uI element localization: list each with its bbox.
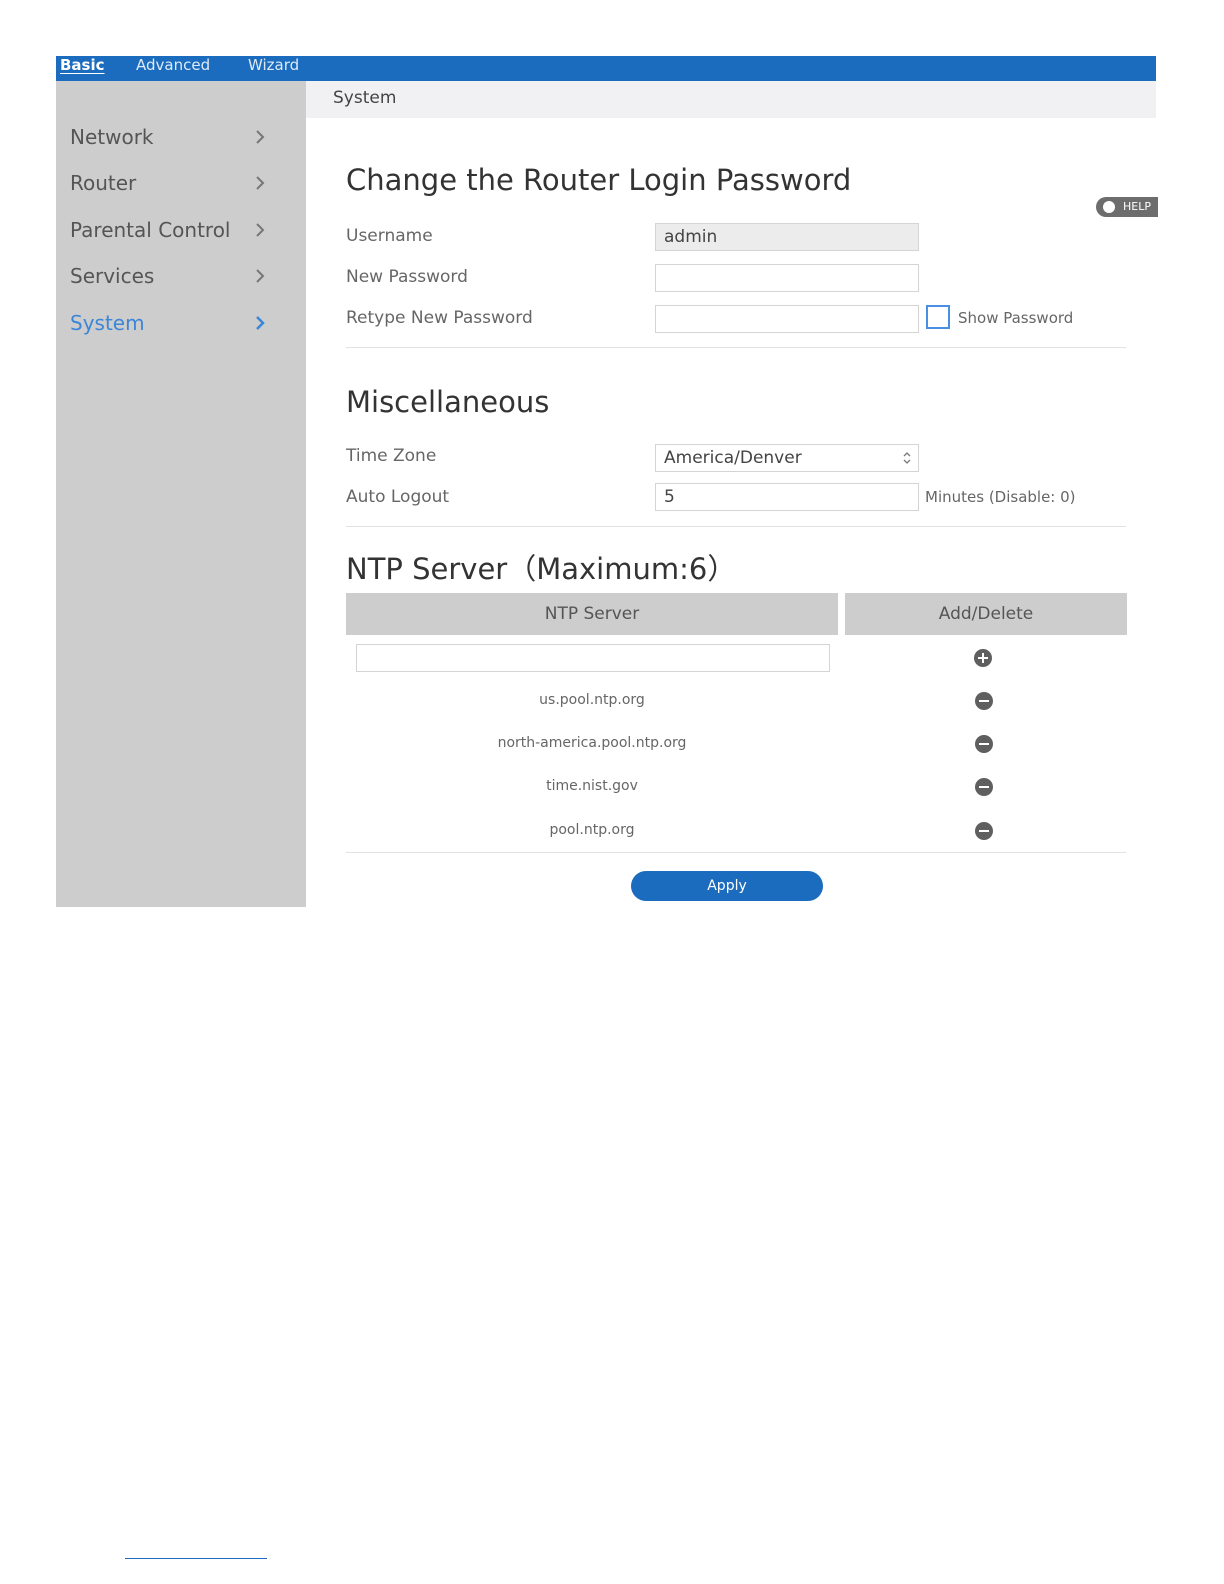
delete-server-minus-icon[interactable]	[975, 778, 993, 796]
help-label: HELP	[1123, 200, 1151, 213]
chevron-right-icon	[256, 269, 265, 283]
username-field: admin	[655, 223, 919, 251]
help-button[interactable]: HELP	[1096, 197, 1158, 217]
top-nav-bar: Basic Advanced Wizard	[56, 56, 1156, 81]
ntp-server-row: north-america.pool.ntp.org	[497, 735, 687, 751]
timezone-select[interactable]: America/Denver	[655, 444, 919, 472]
chevron-right-icon	[256, 316, 265, 330]
retype-password-label: Retype New Password	[346, 308, 533, 328]
select-arrows-icon	[903, 452, 911, 464]
new-password-field[interactable]	[655, 264, 919, 292]
add-delete-column-header: Add/Delete	[845, 593, 1127, 635]
password-section-title: Change the Router Login Password	[346, 163, 852, 197]
router-admin-app: Basic Advanced Wizard Network Router Par…	[56, 56, 1158, 907]
delete-server-minus-icon[interactable]	[975, 822, 993, 840]
chevron-right-icon	[256, 176, 265, 190]
divider	[346, 852, 1126, 853]
divider	[346, 347, 1126, 348]
sidebar-item-parental-control[interactable]: Parental Control	[70, 210, 270, 250]
breadcrumb: System	[333, 88, 397, 108]
sidebar-item-label: Parental Control	[70, 218, 231, 242]
add-server-plus-icon[interactable]	[974, 649, 992, 667]
sidebar-item-router[interactable]: Router	[70, 163, 270, 203]
sidebar-item-label: Network	[70, 125, 154, 149]
sidebar-item-network[interactable]: Network	[70, 117, 270, 157]
sidebar-item-system[interactable]: System	[70, 303, 270, 343]
show-password-label: Show Password	[958, 309, 1074, 327]
help-icon	[1103, 201, 1115, 213]
sidebar-item-label: Router	[70, 171, 137, 195]
tab-wizard[interactable]: Wizard	[248, 56, 299, 81]
sidebar-item-label: System	[70, 311, 145, 335]
footnote-divider	[125, 1558, 267, 1559]
show-password-checkbox[interactable]	[926, 305, 950, 329]
delete-server-minus-icon[interactable]	[975, 735, 993, 753]
ntp-server-column-header: NTP Server	[346, 593, 838, 635]
sidebar-item-label: Services	[70, 264, 155, 288]
autologout-label: Auto Logout	[346, 487, 450, 507]
new-password-label: New Password	[346, 267, 468, 287]
ntp-section-title: NTP Server（Maximum:6）	[346, 552, 737, 586]
misc-section-title: Miscellaneous	[346, 385, 550, 419]
ntp-server-row: time.nist.gov	[546, 778, 638, 794]
autologout-field[interactable]: 5	[655, 483, 919, 511]
username-label: Username	[346, 226, 433, 246]
main-content: System HELP Change the Router Login Pass…	[306, 81, 1158, 907]
apply-button[interactable]: Apply	[631, 871, 823, 901]
divider	[346, 526, 1126, 527]
sidebar: Network Router Parental Control Services…	[56, 81, 306, 907]
tab-basic[interactable]: Basic	[60, 56, 105, 81]
ntp-server-row: us.pool.ntp.org	[539, 692, 645, 708]
delete-server-minus-icon[interactable]	[975, 692, 993, 710]
retype-password-field[interactable]	[655, 305, 919, 333]
new-ntp-server-input[interactable]	[356, 644, 830, 672]
chevron-right-icon	[256, 130, 265, 144]
breadcrumb-bar: System	[306, 81, 1156, 118]
timezone-selected-value: America/Denver	[664, 448, 802, 468]
timezone-label: Time Zone	[346, 446, 437, 466]
tab-advanced[interactable]: Advanced	[136, 56, 210, 81]
ntp-server-row: pool.ntp.org	[549, 822, 635, 838]
chevron-right-icon	[256, 223, 265, 237]
autologout-hint: Minutes (Disable: 0)	[925, 488, 1076, 506]
sidebar-item-services[interactable]: Services	[70, 256, 270, 296]
